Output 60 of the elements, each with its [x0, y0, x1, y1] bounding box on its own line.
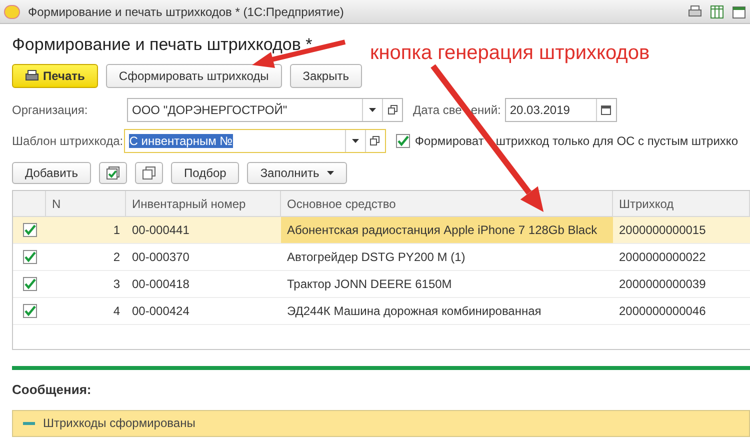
table-cell-text: 1 — [112, 222, 121, 239]
dropdown-arrow-icon[interactable] — [352, 139, 359, 143]
check-all-button[interactable] — [99, 162, 128, 184]
column-header[interactable]: Штрихкод — [613, 191, 750, 216]
field-value: ООО "ДОРЭНЕРГОСТРОЙ" — [132, 103, 288, 117]
checkbox[interactable] — [22, 304, 36, 318]
table-cell-text: 00-000370 — [131, 249, 190, 266]
table-row[interactable]: 1 00-000441 Абонентская радиостанция Apple iPhone 7 128Gb Black 2000000000015 — [13, 217, 750, 244]
field-label: Организация: — [12, 102, 89, 119]
column-header[interactable]: Инвентарный номер — [126, 191, 281, 216]
checkbox[interactable] — [22, 277, 36, 291]
field-label: Шаблон штрихкода: — [12, 133, 124, 150]
toolbar-button[interactable]: Добавить — [12, 162, 92, 184]
table-icon[interactable] — [710, 4, 724, 18]
app-logo-icon — [4, 4, 20, 18]
table-cell-text: 2 — [112, 249, 121, 266]
table-cell-text: ЭД244К Машина дорожная комбинированная — [286, 303, 542, 320]
window-title: Формирование и печать штрихкодов * (1С:Предприятие) — [28, 4, 345, 20]
table-cell-text: Автогрейдер DSTG PY200 M (1) — [286, 249, 466, 266]
command-button[interactable]: Сформировать штрихкоды — [106, 64, 282, 88]
table-cell-text: 3 — [112, 276, 121, 293]
message-text: Штрихкоды сформированы — [43, 415, 196, 432]
dropdown-button[interactable]: Заполнить — [247, 162, 348, 184]
check-all-icon — [106, 166, 120, 180]
table-cell-text: 4 — [112, 303, 121, 320]
checkbox-label: штрихкод только для ОС с пустым штрихко — [496, 133, 738, 150]
table-cell-text: 00-000424 — [131, 303, 190, 320]
checkbox-label: Формироват — [414, 133, 484, 150]
dropdown-arrow-icon[interactable] — [369, 108, 376, 112]
table-cell-text: 2000000000015 — [618, 222, 707, 239]
toolbar-button[interactable]: Подбор — [171, 162, 240, 184]
command-button[interactable]: Закрыть — [290, 64, 362, 88]
checkbox[interactable] — [22, 223, 36, 237]
table-cell-text: 2000000000022 — [618, 249, 707, 266]
field-label: Дата све — [413, 102, 462, 119]
copy-icon — [142, 166, 156, 180]
table-cell-text: 00-000418 — [131, 276, 190, 293]
calendar-icon[interactable] — [732, 4, 746, 18]
printer-icon — [25, 70, 39, 82]
table-cell-text: 2000000000046 — [618, 303, 707, 320]
table-cell-text: Трактор JONN DEERE 6150M — [286, 276, 453, 293]
table-cell-text: 2000000000039 — [618, 276, 707, 293]
table-cell: Абонентская радиостанция Apple iPhone 7 128Gb Black — [281, 217, 613, 243]
caret-icon[interactable] — [327, 171, 334, 175]
copy-button[interactable] — [135, 162, 164, 184]
select-field[interactable]: ООО "ДОРЭНЕРГОСТРОЙ" — [127, 98, 403, 122]
calendar-icon[interactable] — [601, 105, 612, 115]
column-header[interactable]: N — [46, 191, 126, 216]
messages-title: Сообщения: — [12, 381, 92, 399]
field-value: С инвентарным № — [129, 134, 233, 148]
checkbox[interactable] — [396, 134, 410, 148]
annotation-text: кнопка генерация штрихкодов — [370, 41, 650, 66]
date-field[interactable]: 20.03.2019 — [504, 98, 617, 122]
field-label: ений: — [470, 102, 501, 119]
select-field[interactable]: С инвентарным № — [124, 129, 386, 153]
printer-icon[interactable] — [688, 4, 702, 18]
checkbox[interactable] — [22, 250, 36, 264]
table-cell-text: 00-000441 — [131, 222, 190, 239]
print-button[interactable]: Печать — [12, 64, 98, 88]
form-title: Формирование и печать штрихкодов * — [12, 34, 312, 56]
